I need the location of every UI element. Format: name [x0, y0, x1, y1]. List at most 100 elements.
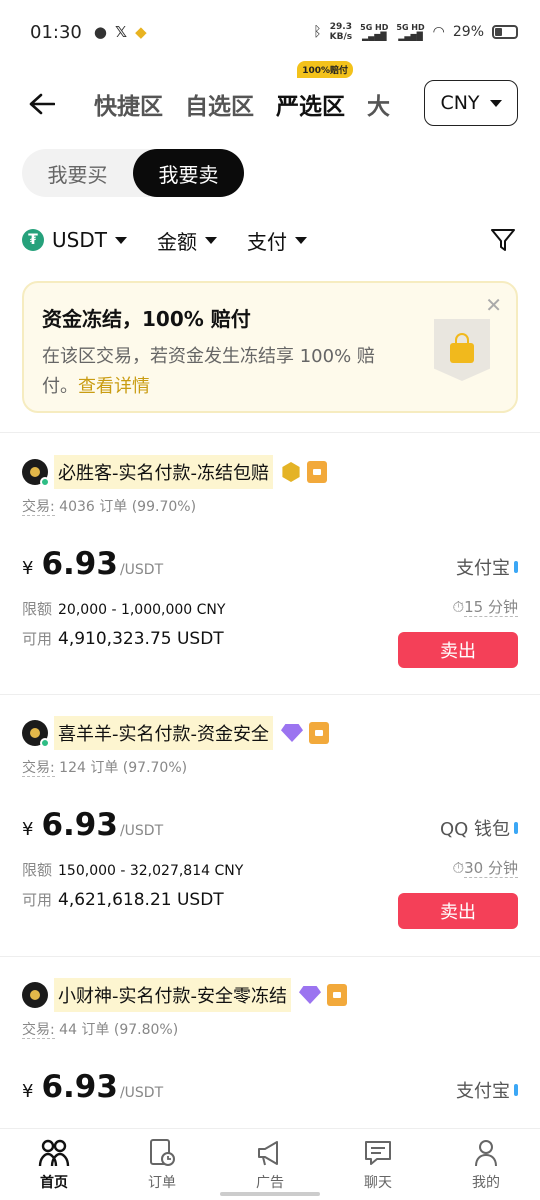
- nav-orders[interactable]: 订单: [108, 1129, 216, 1200]
- avatar[interactable]: [22, 982, 48, 1008]
- trade-stats: 交易: 44 订单 (97.80%): [22, 1019, 518, 1039]
- limit-row: 限额 20,000 - 1,000,000 CNY ⏱15 分钟: [22, 598, 518, 620]
- price-unit: /USDT: [119, 823, 164, 839]
- trade-stats-label: 交易:: [22, 1022, 55, 1039]
- net-speed-value: 29.3: [329, 22, 352, 32]
- user-icon: [475, 1139, 497, 1166]
- payment-time: ⏱15 分钟: [452, 596, 518, 617]
- merchant-name[interactable]: 喜羊羊-实名付款-资金安全: [54, 716, 273, 750]
- battery-icon: [492, 25, 518, 39]
- nav-profile[interactable]: 我的: [432, 1129, 540, 1200]
- payment-color-bar: [514, 1084, 518, 1096]
- payment-color-bar: [514, 561, 518, 573]
- divider: [0, 694, 540, 695]
- sell-button[interactable]: 卖出: [398, 893, 518, 929]
- tab-quick[interactable]: 快捷区: [94, 87, 163, 121]
- price-row: ¥ 6.93 /USDT 支付宝: [22, 546, 518, 590]
- price-row: ¥ 6.93 /USDT 支付宝: [22, 1069, 518, 1113]
- x-icon: 𝕏: [114, 23, 128, 41]
- filter-funnel-button[interactable]: [488, 225, 518, 255]
- nav-home[interactable]: 首页: [0, 1129, 108, 1200]
- nav-ads[interactable]: 广告: [216, 1129, 324, 1200]
- bluetooth-icon: ᛒ: [313, 24, 322, 40]
- nav-profile-label: 我的: [472, 1174, 500, 1191]
- limit-value: 20,000 - 1,000,000 CNY: [58, 602, 226, 618]
- price-unit: /USDT: [119, 1085, 164, 1101]
- lock-badge-icon: [307, 461, 327, 483]
- wechat-icon: ●: [93, 23, 107, 41]
- chevron-down-icon: [114, 236, 127, 244]
- view-details-link[interactable]: 查看详情: [78, 376, 150, 397]
- trade-stats: 交易: 4036 订单 (99.70%): [22, 496, 518, 516]
- close-icon[interactable]: ✕: [485, 293, 502, 317]
- limit-row: 限额 150,000 - 32,027,814 CNY ⏱30 分钟: [22, 859, 518, 881]
- avatar[interactable]: [22, 459, 50, 487]
- payment-color-bar: [514, 822, 518, 834]
- tab-selected-label: 严选区: [276, 94, 345, 120]
- price: 6.93: [41, 546, 118, 582]
- avatar[interactable]: [22, 720, 50, 748]
- available-value: 4,621,618.21 USDT: [58, 890, 224, 910]
- payment-filter[interactable]: 支付: [247, 226, 307, 255]
- back-arrow-icon: [29, 93, 55, 115]
- trade-stats: 交易: 124 订单 (97.70%): [22, 757, 518, 777]
- funnel-icon: [491, 229, 515, 251]
- completion-rate: (97.70%): [122, 760, 188, 776]
- completion-rate: (97.80%): [113, 1022, 179, 1038]
- trade-count: 44 订单: [59, 1022, 110, 1038]
- price-unit: /USDT: [119, 562, 164, 578]
- payment-method: 支付宝: [456, 1077, 518, 1103]
- trade-count: 4036 订单: [59, 499, 128, 515]
- buy-sell-toggle: 我要买 我要卖: [22, 149, 244, 197]
- sell-button[interactable]: 卖出: [398, 632, 518, 668]
- gold-merchant-badge-icon: [282, 462, 300, 482]
- offer-header: 小财神-实名付款-安全零冻结: [22, 977, 518, 1013]
- clock-icon: ⏱: [452, 859, 465, 877]
- offer-card: 小财神-实名付款-安全零冻结 交易: 44 订单 (97.80%) ¥ 6.93…: [22, 977, 518, 1113]
- nav-chat[interactable]: 聊天: [324, 1129, 432, 1200]
- banner-title: 资金冻结，100% 赔付: [42, 307, 251, 331]
- status-bar: 01:30 ● 𝕏 ◆ ᛒ 29.3 KB/s 5G HD ▂▄▆█ 5G HD…: [0, 0, 540, 64]
- available-label: 可用: [22, 891, 53, 909]
- filter-bar: ₮ USDT 金额 支付: [22, 220, 518, 260]
- online-status-dot: [40, 477, 50, 487]
- nav-ads-label: 广告: [256, 1174, 284, 1191]
- merchant-name[interactable]: 小财神-实名付款-安全零冻结: [54, 978, 291, 1012]
- payment-filter-label: 支付: [246, 229, 287, 254]
- home-indicator: [220, 1192, 320, 1196]
- diamond-merchant-badge-icon: [299, 986, 321, 1004]
- available-row: 可用 4,910,323.75 USDT 卖出: [22, 628, 518, 668]
- offer-header: 喜羊羊-实名付款-资金安全: [22, 715, 518, 751]
- usdt-icon: ₮: [22, 229, 44, 251]
- signal-bars-icon: ▂▄▆█: [398, 32, 423, 41]
- payment-time-value: 30 分钟: [464, 859, 518, 878]
- tab-selected[interactable]: 严选区 100%赔付: [276, 61, 353, 121]
- tab-favorites[interactable]: 自选区: [185, 87, 254, 121]
- status-right: ᛒ 29.3 KB/s 5G HD ▂▄▆█ 5G HD ▂▄▆█ ◠ 29%: [313, 22, 518, 42]
- back-button[interactable]: [22, 84, 62, 124]
- amount-filter[interactable]: 金额: [157, 226, 217, 255]
- divider: [0, 956, 540, 957]
- binance-icon: ◆: [135, 23, 147, 41]
- currency-symbol: ¥: [22, 1081, 34, 1102]
- banner-description: 在该区交易，若资金发生冻结享 100% 赔付。查看详情: [42, 342, 402, 402]
- asset-filter[interactable]: ₮ USDT: [22, 228, 127, 252]
- payment-time: ⏱30 分钟: [452, 857, 518, 878]
- trade-stats-label: 交易:: [22, 499, 55, 516]
- divider: [0, 432, 540, 433]
- tab-large[interactable]: 大: [367, 87, 393, 121]
- payment-method-label: 支付宝: [456, 558, 510, 579]
- compensation-banner: 资金冻结，100% 赔付 在该区交易，若资金发生冻结享 100% 赔付。查看详情…: [22, 281, 518, 413]
- wifi-icon: ◠: [432, 24, 445, 40]
- available-label: 可用: [22, 630, 53, 648]
- available-row: 可用 4,621,618.21 USDT 卖出: [22, 889, 518, 929]
- home-icon: [38, 1139, 70, 1166]
- currency-selector[interactable]: CNY: [424, 80, 518, 126]
- signal-1-label: 5G HD: [360, 23, 389, 32]
- sell-option[interactable]: 我要卖: [133, 149, 244, 197]
- signal-1: 5G HD ▂▄▆█: [360, 23, 388, 41]
- merchant-name[interactable]: 必胜客-实名付款-冻结包赔: [54, 455, 273, 489]
- buy-option[interactable]: 我要买: [22, 149, 133, 197]
- net-speed: 29.3 KB/s: [330, 22, 352, 42]
- signal-2-label: 5G HD: [396, 23, 425, 32]
